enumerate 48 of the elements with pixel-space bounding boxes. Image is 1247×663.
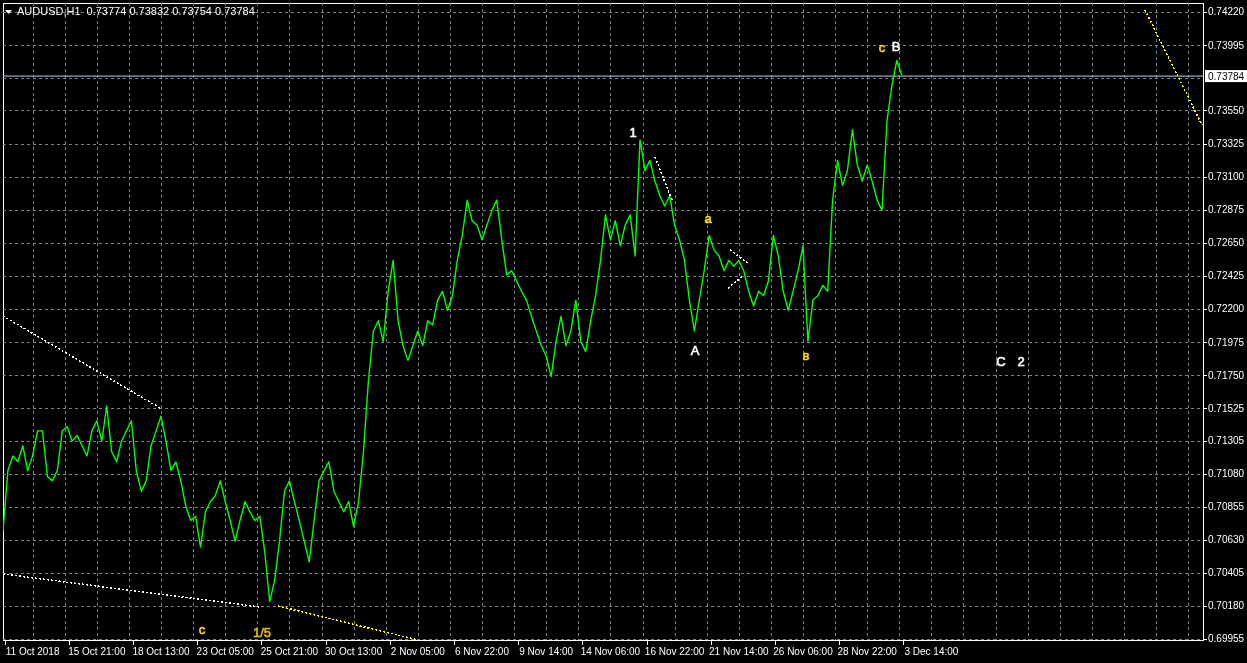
time-axis-label: 14 Nov 06:00 <box>580 645 641 657</box>
price-axis-label: 0.73995 <box>1208 39 1245 51</box>
time-axis-label: 21 Nov 14:00 <box>709 645 769 657</box>
wave-label: c <box>878 39 886 55</box>
time-axis-label: 23 Oct 05:00 <box>196 645 254 657</box>
time-axis-label: 16 Nov 22:00 <box>644 645 705 657</box>
price-axis-label: 0.72200 <box>1208 303 1245 315</box>
wave-label: A <box>690 342 700 358</box>
price-axis-label: 0.72650 <box>1208 237 1245 249</box>
caret-down-icon[interactable] <box>5 9 12 14</box>
time-axis-label: 18 Oct 13:00 <box>132 645 190 657</box>
wave-label: c <box>198 621 206 637</box>
time-axis-label: 30 Oct 13:00 <box>325 645 383 657</box>
current-price-label: 0.73784 <box>1205 70 1247 83</box>
time-axis-label: 28 Nov 22:00 <box>837 645 897 657</box>
time-axis-label: 9 Nov 14:00 <box>519 645 574 657</box>
time-axis-label: 15 Oct 21:00 <box>68 645 126 657</box>
price-axis-label: 0.69955 <box>1208 633 1245 645</box>
price-axis-label: 0.73550 <box>1208 104 1245 116</box>
price-axis-label: 0.70405 <box>1208 567 1245 579</box>
time-axis-label: 25 Oct 21:00 <box>260 645 319 657</box>
time-axis-label: 2 Nov 05:00 <box>390 645 445 657</box>
quote-values: 0.73774 0.73832 0.73754 0.73784 <box>86 5 255 18</box>
wave-label: a <box>704 210 712 226</box>
price-axis-label: 0.71975 <box>1208 336 1245 348</box>
price-axis-label: 0.70630 <box>1208 534 1245 546</box>
time-axis-label: 26 Nov 06:00 <box>773 645 833 657</box>
price-axis-label: 0.73325 <box>1208 138 1245 150</box>
price-axis-label: 0.71525 <box>1208 402 1245 414</box>
price-axis-label: 0.70180 <box>1208 600 1245 612</box>
price-axis-label: 0.71305 <box>1208 435 1245 446</box>
wave-label: в <box>802 347 810 363</box>
wave-label: 2 <box>1017 353 1025 369</box>
time-axis-label: 3 Dec 14:00 <box>904 645 959 657</box>
time-axis-label: 6 Nov 22:00 <box>455 645 509 657</box>
price-axis-label: 0.71750 <box>1208 369 1245 381</box>
price-axis-label: 0.74220 <box>1208 6 1245 18</box>
wave-label: B <box>891 38 901 54</box>
price-axis-label: 0.71080 <box>1208 468 1245 480</box>
wave-label: 1 <box>629 124 637 140</box>
price-axis-label: 0.72425 <box>1208 270 1245 282</box>
wave-label: C <box>996 353 1006 369</box>
symbol-label: AUDUSD,H1 <box>17 5 81 18</box>
price-axis-label: 0.70855 <box>1208 501 1245 513</box>
price-axis-label: 0.72875 <box>1208 204 1245 216</box>
wave-label: 1/5 <box>252 624 272 640</box>
price-axis-label: 0.73100 <box>1208 171 1245 183</box>
time-axis-label: 11 Oct 2018 <box>5 645 60 657</box>
